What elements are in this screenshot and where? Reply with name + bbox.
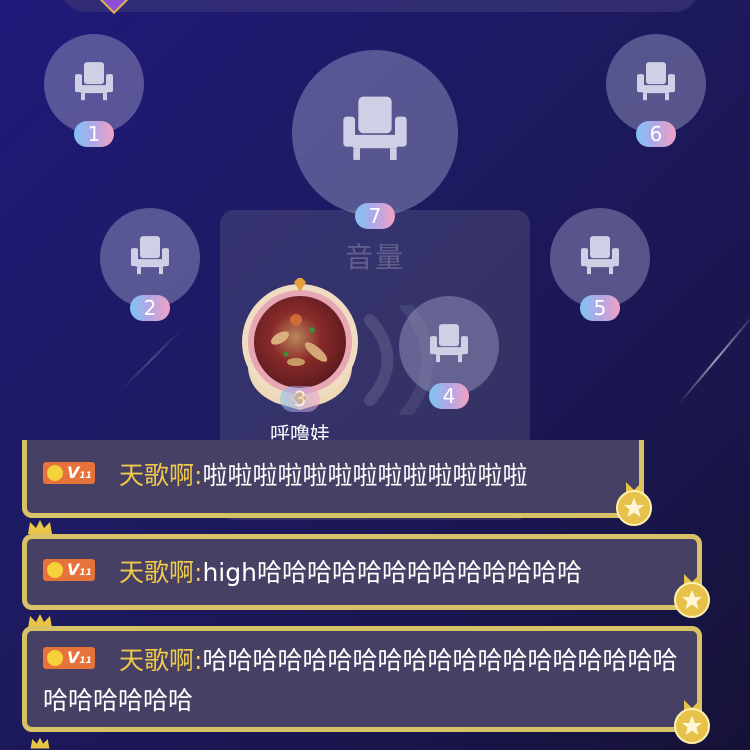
light-streak [677,312,750,406]
crown-icon [30,737,50,749]
seat-2[interactable]: 2 [100,208,200,321]
seat-number-badge: 7 [355,203,395,229]
light-streak [119,326,185,392]
chat-text: 啦啦啦啦啦啦啦啦啦啦啦啦啦 [202,461,528,490]
armchair-icon [75,62,113,101]
chat-text: high哈哈哈哈哈哈哈哈哈哈哈哈哈 [202,558,582,587]
seat-3-occupied[interactable]: 3 [236,276,364,413]
coin-icon [47,562,63,578]
seat-number-badge: 1 [74,121,114,147]
level-label: V [67,560,80,579]
seat-5[interactable]: 5 [550,208,650,321]
armchair-icon [131,236,169,275]
vip-level-badge: V11 [43,647,95,669]
chat-sender[interactable]: 天歌啊: [119,646,202,675]
seat-number-badge: 3 [280,386,320,412]
seat-number-badge: 4 [429,383,469,409]
seat-number-badge: 6 [636,121,676,147]
seat-6[interactable]: 6 [606,34,706,147]
chat-sender[interactable]: 天歌啊: [119,558,202,587]
chat-message[interactable]: V11 天歌啊:high哈哈哈哈哈哈哈哈哈哈哈哈哈 [22,534,702,610]
level-label: V [67,463,80,482]
chat-message[interactable]: V11 天歌啊:啦啦啦啦啦啦啦啦啦啦啦啦啦 [22,440,644,518]
seat-4[interactable]: 4 [399,296,499,409]
voice-room-screen: { "seats": [ {"number": "1"}, {"number":… [0,0,750,750]
armchair-icon [343,96,407,160]
star-medal-icon [616,482,652,526]
level-number: 11 [79,471,92,481]
level-number: 11 [79,568,92,578]
level-number: 11 [79,656,92,666]
armchair-icon [430,324,468,363]
star-medal-icon [674,700,710,744]
seat-1[interactable]: 1 [44,34,144,147]
room-header-bar[interactable] [60,0,700,12]
seat-7-host[interactable]: 7 [292,50,458,229]
seat-number-badge: 2 [130,295,170,321]
volume-title: 音量 [344,241,405,274]
vip-level-badge: V11 [43,559,95,581]
star-medal-icon [674,574,710,618]
seat-number-badge: 5 [580,295,620,321]
level-label: V [67,648,80,667]
coin-icon [47,650,63,666]
armchair-icon [581,236,619,275]
chat-message[interactable]: V11 天歌啊:哈哈哈哈哈哈哈哈哈哈哈哈哈哈哈哈哈哈哈哈哈哈哈哈哈 [22,626,702,732]
chat-sender[interactable]: 天歌啊: [119,461,202,490]
armchair-icon [637,62,675,101]
coin-icon [47,465,63,481]
vip-level-badge: V11 [43,462,95,484]
